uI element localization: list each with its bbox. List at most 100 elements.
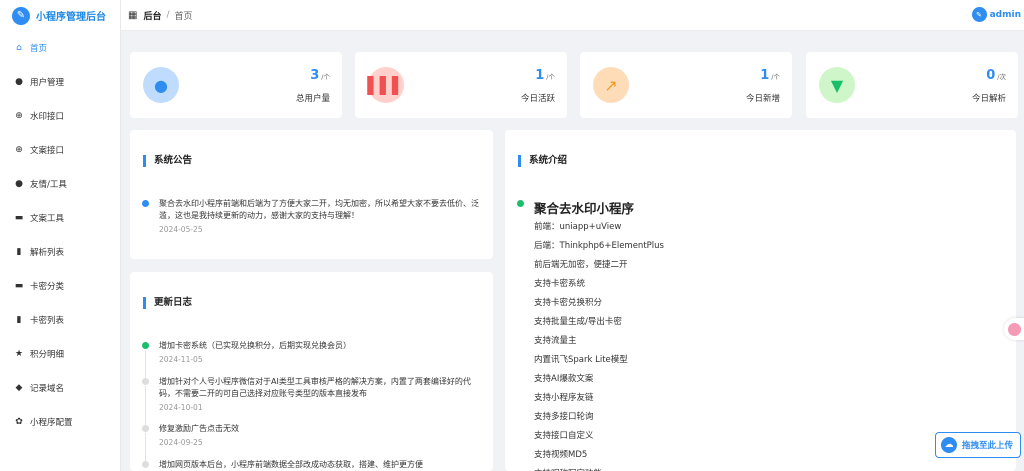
announcement-date: 2024-05-25 [159, 225, 203, 234]
announcement-item: 聚合去水印小程序前端和后端为了方便大家二开，均无加密，所以希望大家不要去低价、泛… [142, 198, 481, 234]
timeline-dot [142, 378, 149, 385]
timeline-dot [142, 200, 149, 207]
stat-card-new-today: ↗ 1/个 今日新增 [580, 52, 792, 118]
timeline-line [145, 350, 146, 378]
changelog-item: 增加卡密系统（已实现兑换积分，后期实现兑换会员） 2024-11-05 [142, 340, 481, 378]
user-menu[interactable]: ✎ admin [971, 7, 1021, 22]
intro-line: 支持卡密系统 [534, 279, 586, 289]
changelog-panel: 更新日志 增加卡密系统（已实现兑换积分，后期实现兑换会员） 2024-11-05… [130, 272, 493, 471]
trend-icon: ↗ [593, 67, 629, 103]
timeline-dot [517, 200, 524, 207]
timeline-dot [142, 425, 149, 432]
side-helper-icon[interactable] [1004, 318, 1024, 340]
location-icon: ◆ [15, 383, 23, 393]
intro-line: 前后端无加密，便捷二开 [534, 260, 628, 270]
intro-line: 支持多接口轮询 [534, 412, 594, 422]
sidebar-item-label: 用户管理 [30, 78, 65, 88]
breadcrumb-current: 首页 [174, 11, 193, 22]
intro-heading: 聚合去水印小程序 [534, 201, 635, 216]
panel-title: 更新日志 [143, 297, 192, 309]
drag-upload-button[interactable]: ☁ 拖拽至此上传 [935, 432, 1021, 458]
bar-chart-icon: ▌▌▌ [368, 67, 404, 103]
clipboard-icon: ▮ [16, 247, 22, 257]
user-icon: ● [15, 77, 23, 87]
changelog-text: 增加网页版本后台，小程序前端数据全部改成动态获取，搭建、维护更方便 [159, 460, 423, 469]
announcement-text: 聚合去水印小程序前端和后端为了方便大家二开，均无加密，所以希望大家不要去低价、泛… [159, 199, 479, 220]
sidebar-item-6[interactable]: ▮ 解析列表 [0, 235, 120, 269]
clipboard-icon: ▮ [16, 315, 22, 325]
panel-title: 系统公告 [143, 155, 192, 167]
changelog-date: 2024-09-25 [159, 438, 203, 447]
sidebar-menu: ⌂ 首页 ● 用户管理 ⊕ 水印接口 ⊕ 文案接口 ● 友情/工具 ▬ 文案工具 ▮ 解析列表 ▬ 卡密分类 ▮… [0, 31, 120, 439]
sidebar: ✎ 小程序管理后台 ⌂ 首页 ● 用户管理 ⊕ 水印接口 ⊕ 文案接口 ● 友情/工具 ▬ 文案工具 ▮… [0, 0, 121, 471]
stat-label: 总用户量 [295, 94, 330, 104]
sidebar-item-0[interactable]: ⌂ 首页 [0, 31, 120, 65]
avatar: ✎ [971, 7, 987, 22]
sidebar-item-label: 卡密列表 [30, 316, 65, 326]
changelog-item: 增加网页版本后台，小程序前端数据全部改成动态获取，搭建、维护更方便 [142, 459, 481, 471]
sidebar-item-label: 小程序配置 [30, 418, 73, 428]
intro-list: 前端：uniapp+uView 后端：Thinkphp6+ElementPlus 前… [534, 222, 664, 471]
home-icon: ⌂ [16, 43, 22, 53]
sidebar-item-4[interactable]: ● 友情/工具 [0, 167, 120, 201]
sidebar-item-label: 文案接口 [30, 146, 65, 156]
breadcrumb-root[interactable]: 后台 [143, 9, 161, 22]
changelog-text: 增加卡密系统（已实现兑换积分，后期实现兑换会员） [159, 341, 351, 350]
intro-line: 支持AI爆款文案 [534, 374, 594, 384]
stat-label: 今日解析 [971, 94, 1006, 104]
stat-value: 0/次 [986, 68, 1006, 83]
stat-label: 今日活跃 [520, 94, 555, 104]
stat-value: 3/个 [310, 68, 330, 83]
stat-value: 1/个 [535, 68, 555, 83]
star-icon: ★ [14, 349, 24, 359]
stat-card-total-users: ● 3/个 总用户量 [130, 52, 342, 118]
sidebar-item-2[interactable]: ⊕ 水印接口 [0, 99, 120, 133]
top-header: ▦ 后台 / 首页 ✎ admin [121, 0, 1024, 31]
user-icon: ● [143, 67, 179, 103]
sidebar-item-1[interactable]: ● 用户管理 [0, 65, 120, 99]
brand[interactable]: ✎ 小程序管理后台 [0, 0, 120, 31]
intro-line: 前端：uniapp+uView [534, 222, 622, 232]
sidebar-item-5[interactable]: ▬ 文案工具 [0, 201, 120, 235]
breadcrumb-separator: / [166, 10, 170, 20]
sidebar-item-label: 解析列表 [30, 248, 65, 258]
sidebar-item-label: 友情/工具 [30, 180, 67, 190]
intro-line: 支持小程序友链 [534, 393, 594, 403]
stat-label: 今日新增 [745, 94, 780, 104]
plus-circle-icon: ⊕ [15, 111, 23, 121]
announcement-panel: 系统公告 聚合去水印小程序前端和后端为了方便大家二开，均无加密，所以希望大家不要… [130, 130, 493, 259]
sidebar-item-label: 水印接口 [30, 112, 65, 122]
sidebar-item-label: 文案工具 [30, 214, 65, 224]
sidebar-item-11[interactable]: ✿ 小程序配置 [0, 405, 120, 439]
brush-icon: ▼ [819, 67, 855, 103]
changelog-text: 修复激励广告点击无效 [159, 424, 239, 433]
sidebar-item-8[interactable]: ▮ 卡密列表 [0, 303, 120, 337]
changelog-date: 2024-11-05 [159, 355, 203, 364]
sidebar-item-10[interactable]: ◆ 记录域名 [0, 371, 120, 405]
cloud-icon: ☁ [941, 437, 957, 453]
plus-circle-icon: ⊕ [15, 145, 23, 155]
user-name[interactable]: admin [990, 10, 1021, 20]
sidebar-item-7[interactable]: ▬ 卡密分类 [0, 269, 120, 303]
intro-line: 后端：Thinkphp6+ElementPlus [534, 241, 664, 251]
message-icon: ▬ [14, 213, 24, 223]
timeline-dot [142, 342, 149, 349]
stat-card-active-today: ▌▌▌ 1/个 今日活跃 [355, 52, 567, 118]
intro-line: 支持卡密兑换积分 [534, 298, 603, 308]
sidebar-item-label: 卡密分类 [30, 282, 65, 292]
changelog-item: 修复激励广告点击无效 2024-09-25 [142, 423, 481, 461]
sidebar-item-label: 积分明细 [30, 350, 65, 360]
intro-line: 支持批量生成/导出卡密 [534, 317, 622, 327]
message-icon: ▬ [14, 281, 24, 291]
intro-line: 支持流量主 [534, 336, 577, 346]
sidebar-item-3[interactable]: ⊕ 文案接口 [0, 133, 120, 167]
stat-card-parses-today: ▼ 0/次 今日解析 [806, 52, 1018, 118]
brand-title: 小程序管理后台 [36, 12, 106, 23]
intro-panel: 系统介绍 聚合去水印小程序 前端：uniapp+uView 后端：Thinkphp… [505, 130, 1016, 471]
intro-line: 内置讯飞Spark Lite模型 [534, 355, 628, 365]
sidebar-item-9[interactable]: ★ 积分明细 [0, 337, 120, 371]
changelog-text: 增加针对个人号小程序微信对于AI类型工具审核严格的解决方案，内置了两套编译好的代… [159, 377, 471, 398]
grid-icon[interactable]: ▦ [128, 10, 137, 21]
drag-upload-label: 拖拽至此上传 [962, 441, 1014, 451]
timeline-line [145, 433, 146, 461]
